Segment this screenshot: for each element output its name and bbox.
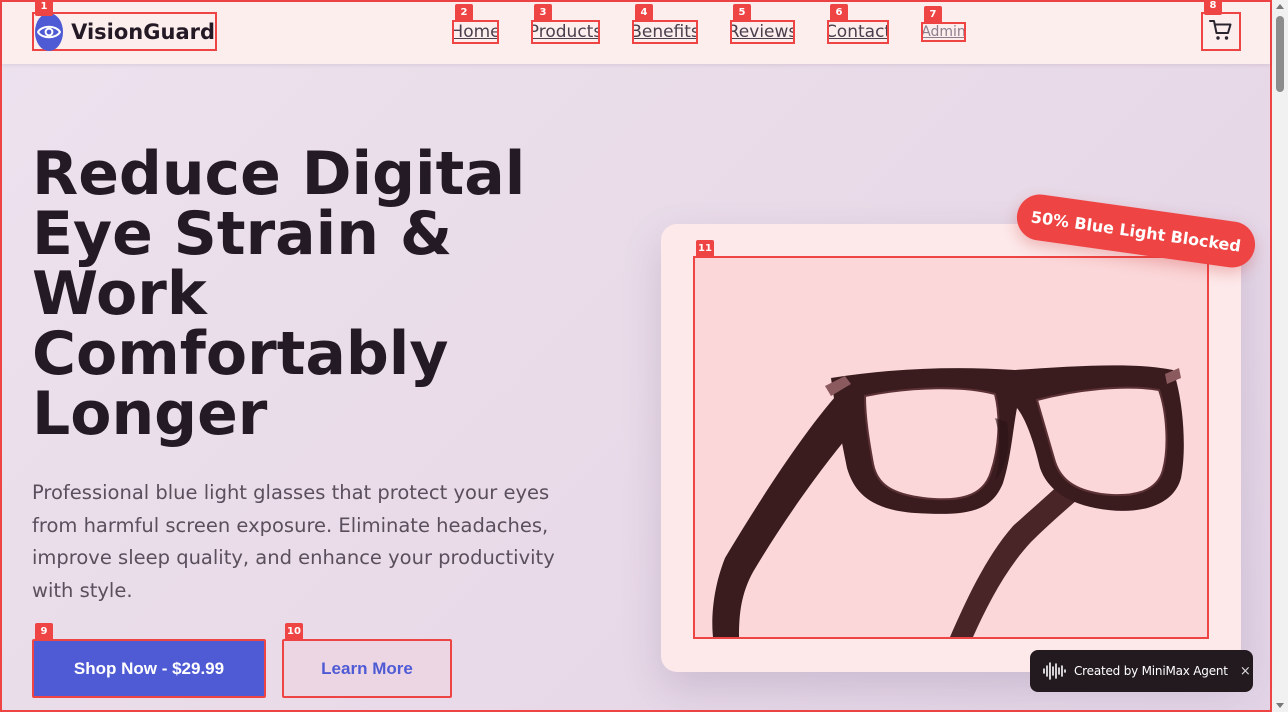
marker-reviews: 5 [733, 4, 751, 22]
hero-title-line: Reduce Digital [32, 139, 526, 209]
close-icon[interactable]: × [1240, 664, 1251, 679]
brand-name: VisionGuard [71, 19, 215, 44]
scroll-up-arrow-icon[interactable] [1276, 4, 1284, 9]
marker-learn-button: 10 [285, 623, 303, 641]
nav-link-contact[interactable]: Contact [827, 20, 889, 44]
scroll-down-arrow-icon[interactable] [1276, 703, 1284, 708]
marker-home: 2 [455, 4, 473, 22]
vertical-scrollbar[interactable] [1272, 0, 1288, 712]
nav-link-reviews[interactable]: Reviews [730, 20, 795, 44]
cart-icon [1209, 19, 1233, 44]
marker-shop-button: 9 [35, 623, 53, 641]
minimax-agent-toast: Created by MiniMax Agent × [1030, 650, 1253, 692]
hero-title-line: Work [32, 259, 207, 329]
nav-link-home[interactable]: Home [452, 20, 499, 44]
brand-logo-link[interactable]: VisionGuard [32, 12, 217, 51]
hero-title-line: Eye Strain & [32, 199, 453, 269]
marker-products: 3 [534, 4, 552, 22]
cart-button[interactable] [1201, 12, 1241, 51]
hero-description: Professional blue light glasses that pro… [32, 481, 555, 602]
hero-title: Reduce Digital Eye Strain & Work Comfort… [32, 144, 632, 444]
product-image[interactable] [693, 256, 1209, 639]
marker-admin: 7 [924, 6, 942, 24]
marker-cart: 8 [1204, 0, 1222, 15]
scrollbar-thumb[interactable] [1276, 16, 1284, 92]
shop-now-button[interactable]: Shop Now - $29.99 [32, 639, 266, 698]
toast-text: Created by MiniMax Agent [1074, 664, 1228, 678]
eye-icon [35, 12, 64, 51]
hero-title-line: Longer [32, 379, 268, 449]
waveform-icon [1043, 662, 1066, 680]
glasses-icon [712, 365, 1184, 637]
marker-contact: 6 [830, 4, 848, 22]
marker-logo: 1 [35, 0, 53, 16]
hero-title-line: Comfortably [32, 319, 449, 389]
learn-more-button[interactable]: Learn More [282, 639, 452, 698]
nav-link-benefits[interactable]: Benefits [632, 20, 698, 44]
nav-link-products[interactable]: Products [531, 20, 600, 44]
marker-product-image: 11 [696, 240, 714, 258]
marker-benefits: 4 [635, 4, 653, 22]
nav-link-admin[interactable]: Admin [921, 22, 966, 42]
